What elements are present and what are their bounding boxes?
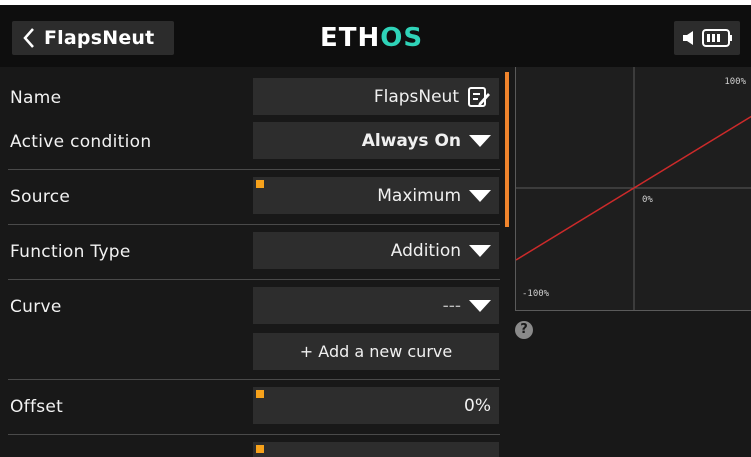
divider — [8, 224, 500, 225]
divider — [8, 169, 500, 170]
source-label: Source — [10, 187, 71, 207]
screen: FlapsNeut ETHOS Name FlapsNeut Active co… — [0, 5, 751, 457]
back-button[interactable]: FlapsNeut — [12, 21, 174, 55]
system-status-button[interactable] — [674, 21, 740, 55]
chevron-left-icon — [23, 28, 34, 48]
curve-dropdown[interactable]: --- — [253, 287, 499, 324]
function-type-dropdown[interactable]: Addition — [253, 232, 499, 269]
page-title: FlapsNeut — [44, 27, 155, 49]
dropdown-arrow-icon — [469, 134, 491, 147]
divider — [8, 434, 500, 435]
dropdown-arrow-icon — [469, 189, 491, 202]
name-label: Name — [10, 88, 62, 108]
function-type-label: Function Type — [10, 242, 131, 262]
add-new-curve-button[interactable]: + Add a new curve — [253, 333, 499, 370]
curve-label: Curve — [10, 297, 62, 317]
next-indicator-icon — [256, 445, 264, 453]
divider — [8, 279, 500, 280]
active-condition-label: Active condition — [10, 132, 152, 152]
next-field[interactable] — [253, 442, 499, 457]
offset-field[interactable]: 0% — [253, 387, 499, 424]
curve-graph-svg — [516, 67, 751, 310]
header-bar: FlapsNeut ETHOS — [0, 5, 751, 67]
graph-label-mid: 0% — [642, 195, 653, 205]
graph-label-top: 100% — [724, 77, 746, 87]
offset-label: Offset — [10, 397, 64, 417]
help-icon[interactable]: ? — [515, 321, 533, 339]
active-condition-dropdown[interactable]: Always On — [253, 122, 499, 159]
name-field[interactable]: FlapsNeut — [253, 78, 499, 115]
edit-icon — [468, 86, 490, 107]
offset-indicator-icon — [256, 390, 264, 398]
graph-label-bottom: -100% — [522, 289, 550, 299]
source-indicator-icon — [256, 180, 264, 188]
dropdown-arrow-icon — [469, 244, 491, 257]
source-dropdown[interactable]: Maximum — [253, 177, 499, 214]
speaker-icon — [683, 31, 693, 45]
ethos-logo: ETHOS — [320, 23, 424, 53]
curve-graph: 100% 0% -100% — [515, 67, 751, 311]
divider — [8, 379, 500, 380]
scrollbar[interactable] — [505, 72, 509, 227]
battery-icon — [702, 29, 732, 47]
dropdown-arrow-icon — [469, 299, 491, 312]
